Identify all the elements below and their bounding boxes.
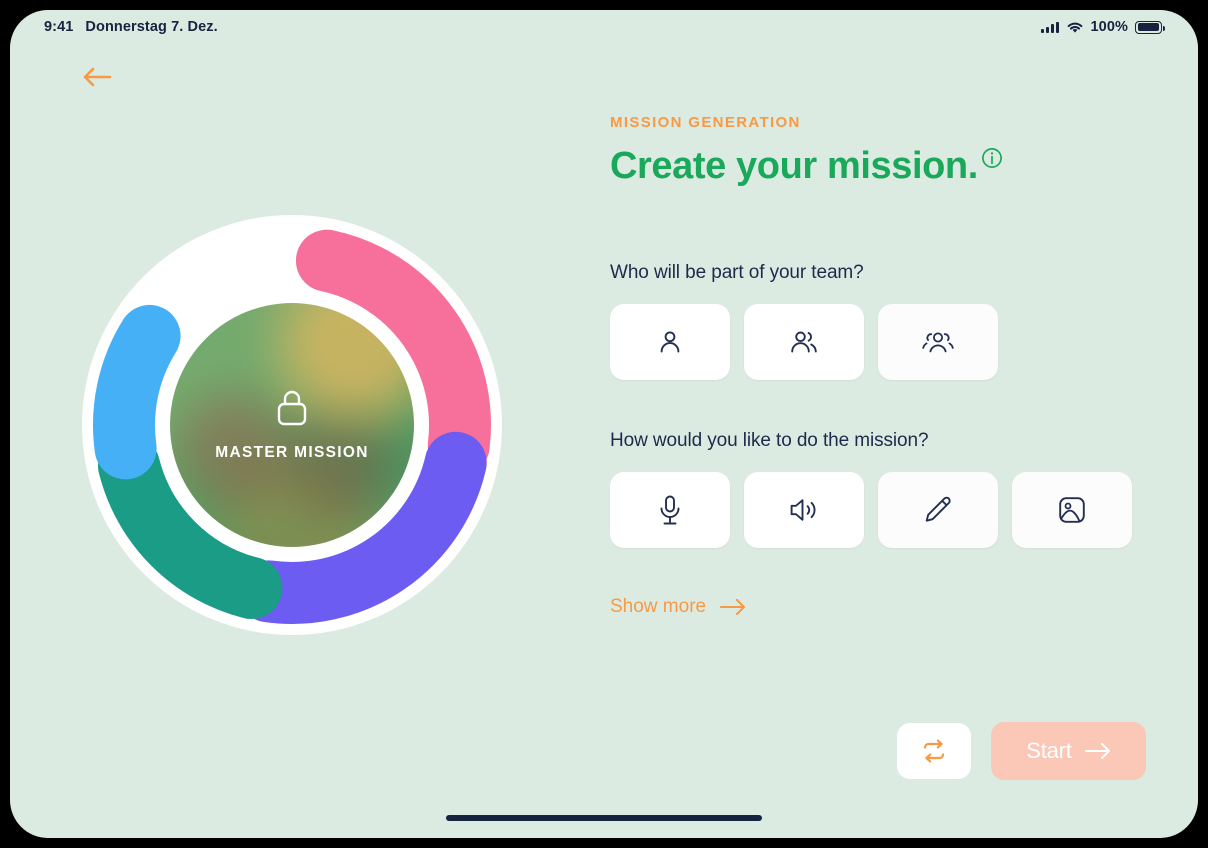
mission-wheel-label: MASTER MISSION xyxy=(215,444,369,461)
two-people-icon xyxy=(791,331,817,353)
back-button[interactable] xyxy=(74,54,120,100)
tablet-device-frame: 9:41 Donnerstag 7. Dez. 100% MASTER MISS… xyxy=(0,0,1208,848)
page-title: Create your mission. xyxy=(610,145,978,187)
show-more-label: Show more xyxy=(610,595,707,617)
wifi-icon xyxy=(1067,22,1082,33)
show-more-button[interactable]: Show more xyxy=(610,596,746,618)
mode-option-photo[interactable] xyxy=(1012,471,1132,548)
mission-wheel-graphic: MASTER MISSION xyxy=(82,215,502,635)
shuffle-icon xyxy=(923,739,945,763)
mission-generation-panel: MISSION GENERATION Create your mission. … xyxy=(610,114,1170,618)
team-option-group[interactable] xyxy=(878,303,998,380)
pencil-icon xyxy=(925,496,951,522)
mission-wheel-core[interactable]: MASTER MISSION xyxy=(170,303,414,547)
question-team-label: Who will be part of your team? xyxy=(610,261,864,283)
lock-icon xyxy=(277,390,307,426)
person-icon xyxy=(660,331,680,353)
start-button[interactable]: Start xyxy=(991,722,1146,780)
start-button-label: Start xyxy=(1026,738,1072,763)
microphone-icon xyxy=(660,495,680,525)
battery-full-icon xyxy=(1135,20,1165,34)
battery-percent-label: 100% xyxy=(1090,19,1128,35)
app-screen: 9:41 Donnerstag 7. Dez. 100% MASTER MISS… xyxy=(10,10,1198,838)
question-mode-label: How would you like to do the mission? xyxy=(610,429,929,451)
status-bar-left: 9:41 Donnerstag 7. Dez. xyxy=(44,19,218,35)
status-date: Donnerstag 7. Dez. xyxy=(85,19,218,35)
team-option-pair[interactable] xyxy=(744,303,864,380)
mode-options-row xyxy=(610,471,1170,548)
status-bar: 9:41 Donnerstag 7. Dez. 100% xyxy=(10,10,1198,44)
status-bar-right: 100% xyxy=(1040,19,1165,35)
info-circle-icon[interactable] xyxy=(981,147,1003,169)
home-indicator[interactable] xyxy=(446,815,762,821)
status-time: 9:41 xyxy=(44,19,74,35)
speaker-icon xyxy=(790,498,816,521)
panel-title-row: Create your mission. xyxy=(610,145,1170,189)
arrow-left-icon xyxy=(83,67,112,87)
panel-eyebrow: MISSION GENERATION xyxy=(610,114,801,131)
shuffle-button[interactable] xyxy=(897,723,971,779)
footer-actions: Start xyxy=(897,722,1146,780)
mode-option-write[interactable] xyxy=(878,471,998,548)
mode-option-audio[interactable] xyxy=(744,471,864,548)
image-icon xyxy=(1059,496,1085,523)
mode-option-voice[interactable] xyxy=(610,471,730,548)
group-people-icon xyxy=(922,332,954,352)
arrow-right-icon xyxy=(720,598,746,615)
signal-bars-icon xyxy=(1040,21,1059,33)
team-options-row xyxy=(610,303,1170,380)
team-option-solo[interactable] xyxy=(610,303,730,380)
mission-wheel[interactable]: MASTER MISSION xyxy=(72,205,512,645)
arrow-right-icon xyxy=(1084,742,1110,760)
